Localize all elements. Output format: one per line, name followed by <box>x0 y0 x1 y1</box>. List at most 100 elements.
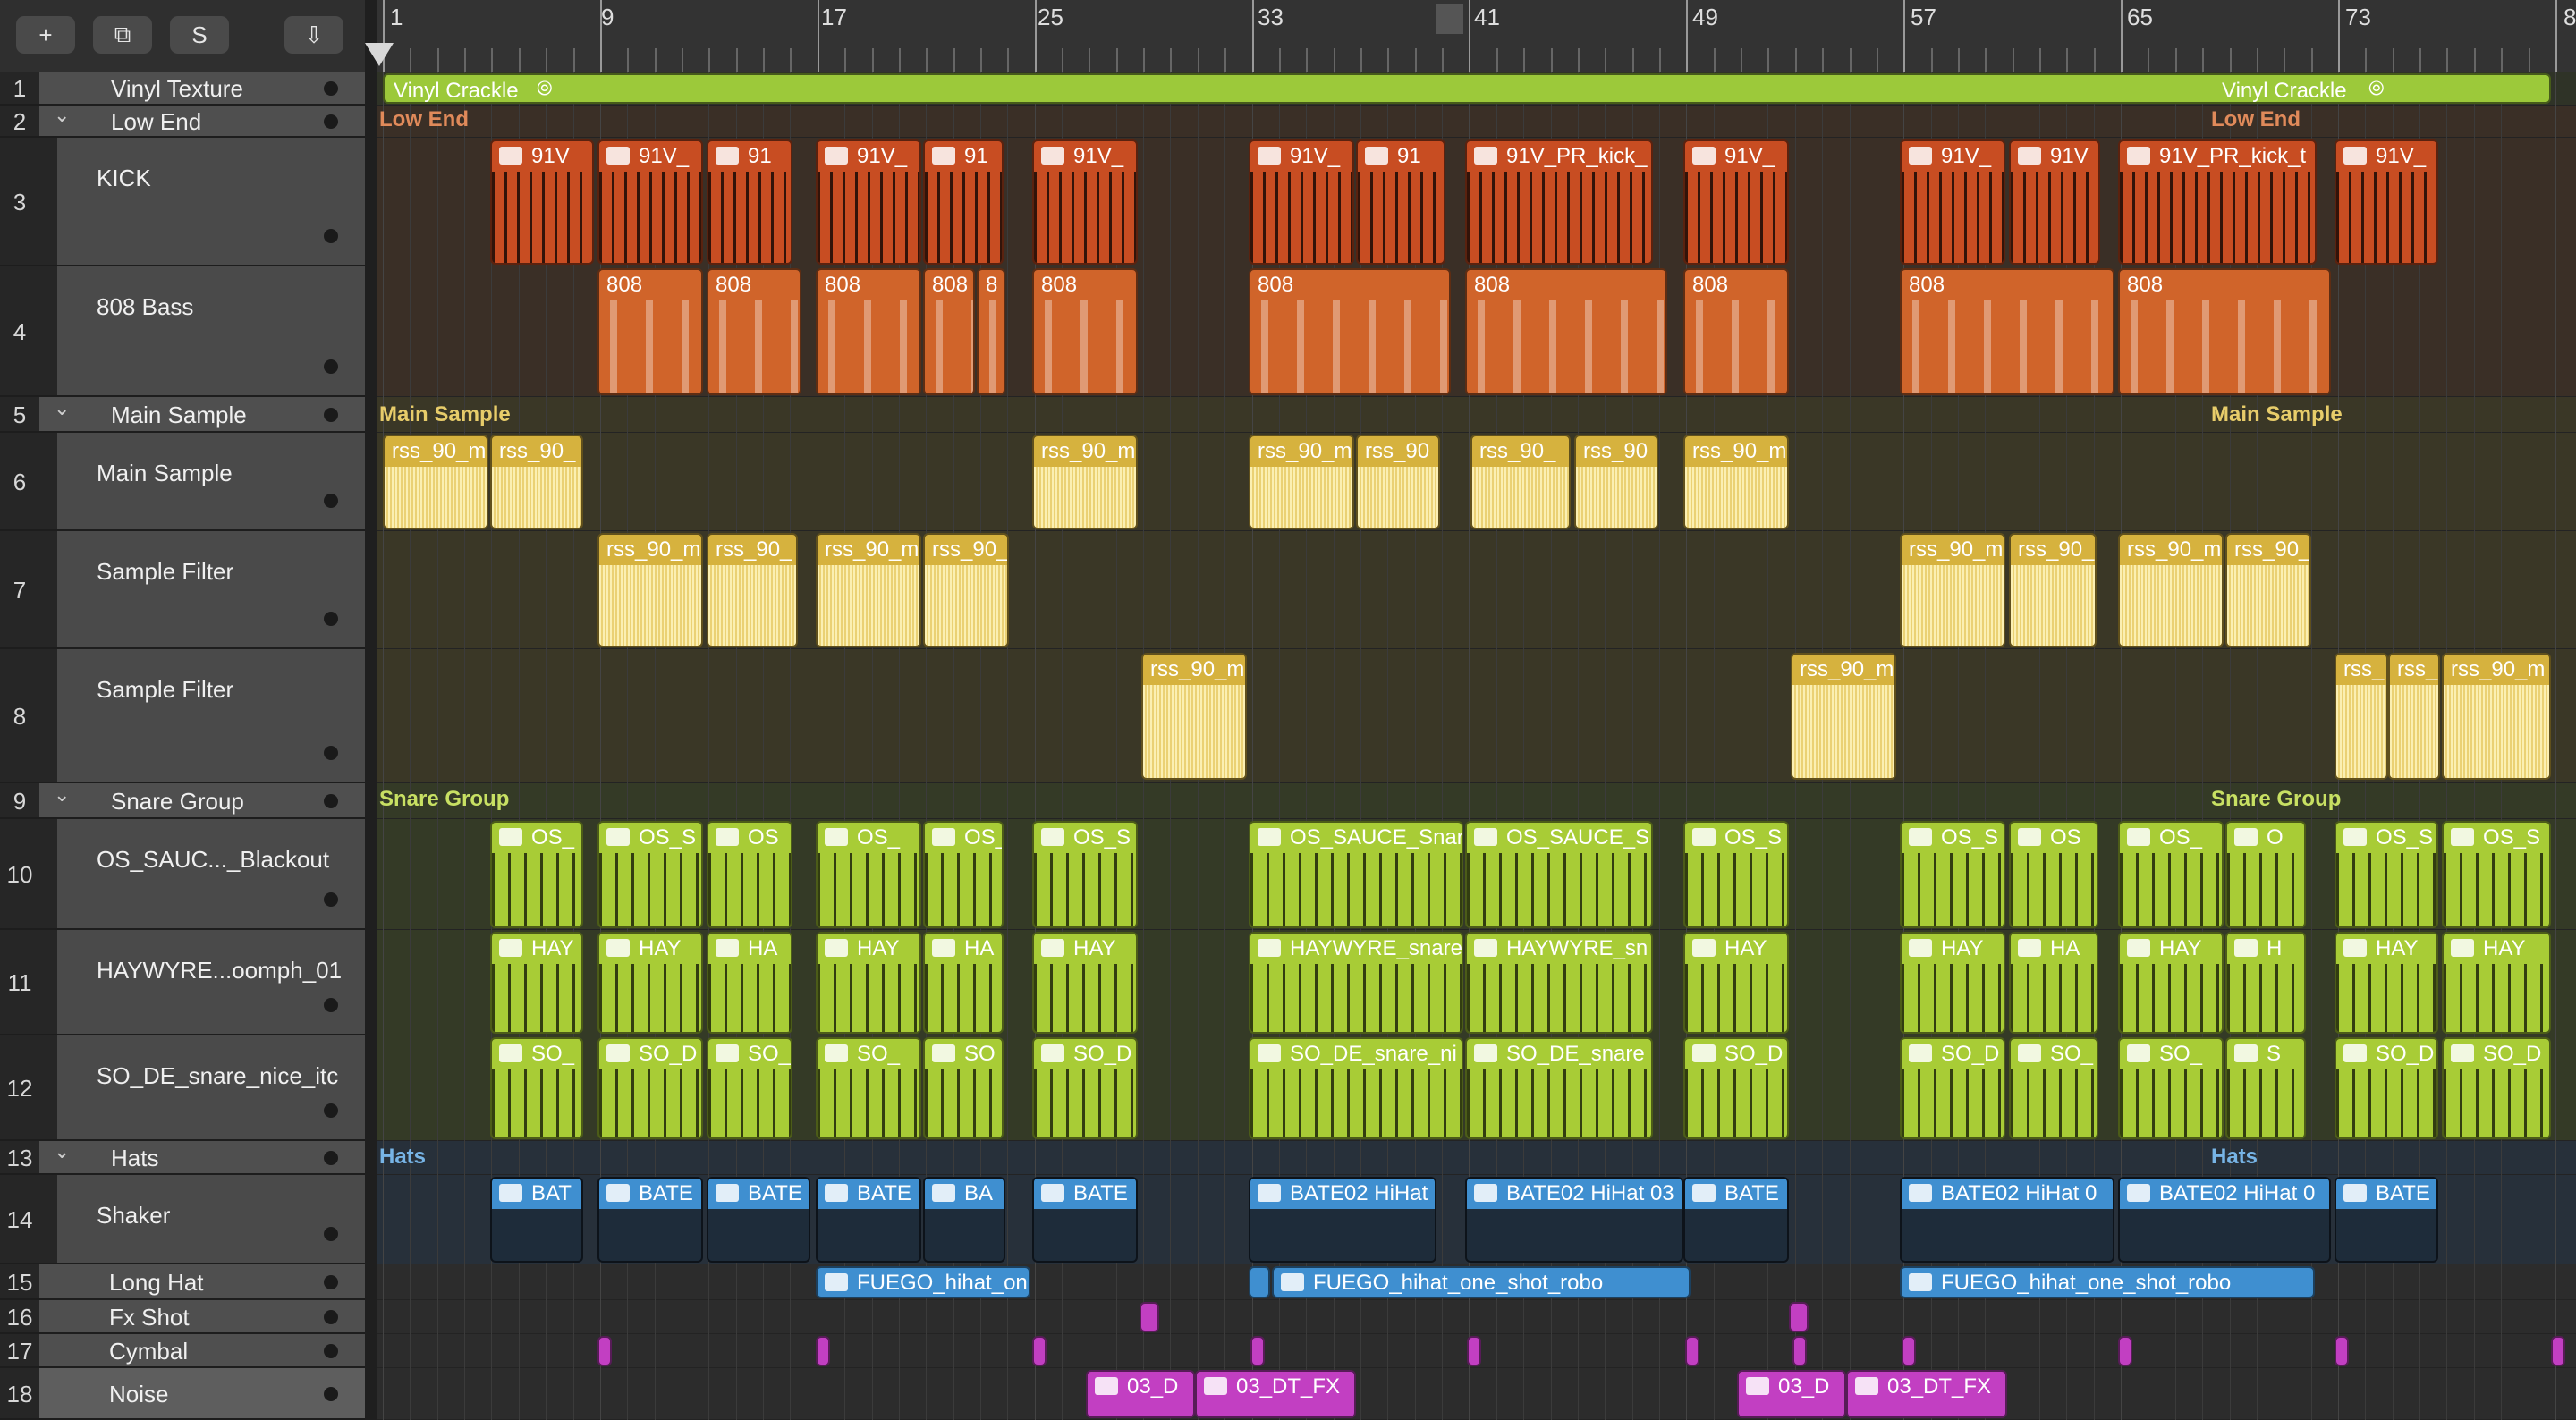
chevron-down-icon[interactable]: ⌄ <box>54 1140 70 1163</box>
track-lane[interactable] <box>377 1300 2576 1334</box>
snare-region[interactable]: O <box>2225 821 2306 928</box>
track-header[interactable]: 6 Main Sample <box>0 433 365 531</box>
808-bass-region[interactable]: 808 <box>1032 268 1138 395</box>
sample-filter-region[interactable]: rss_90_ <box>2009 533 2097 647</box>
shaker-region[interactable]: BATE02 HiHat <box>1249 1177 1436 1263</box>
record-enable-dot[interactable] <box>324 1387 338 1401</box>
record-enable-dot[interactable] <box>324 1310 338 1324</box>
solo-button[interactable]: S <box>170 16 229 54</box>
snare-region[interactable]: OS_S <box>1900 821 2005 928</box>
chevron-down-icon[interactable]: ⌄ <box>54 397 70 420</box>
cymbal-region[interactable] <box>1792 1336 1807 1366</box>
cymbal-region[interactable] <box>2118 1336 2132 1366</box>
snare-region[interactable]: OS_ <box>816 821 921 928</box>
snare-region[interactable]: HAY <box>2442 932 2551 1034</box>
snare-region[interactable]: OS_ <box>490 821 583 928</box>
main-sample-region[interactable]: rss_90_m <box>1683 435 1789 529</box>
kick-region[interactable]: 91 <box>923 139 1004 265</box>
sample-filter-region[interactable]: rss_90_ <box>707 533 798 647</box>
snare-region[interactable]: OS_S <box>597 821 703 928</box>
main-sample-region[interactable]: rss_90 <box>1574 435 1658 529</box>
record-enable-dot[interactable] <box>324 494 338 508</box>
snare-region[interactable]: OS <box>707 821 792 928</box>
playhead-icon[interactable] <box>365 43 394 66</box>
shaker-region[interactable]: BATE <box>1683 1177 1789 1263</box>
snare-region[interactable]: HAY <box>1900 932 2005 1034</box>
add-track-button[interactable]: + <box>16 16 75 54</box>
808-bass-region[interactable]: 808 <box>923 268 975 395</box>
track-header[interactable]: 15 Long Hat <box>0 1264 365 1300</box>
snare-region[interactable]: OS_S <box>1032 821 1138 928</box>
snare-region[interactable]: SO_ <box>816 1037 921 1139</box>
shaker-region[interactable]: BATE <box>707 1177 810 1263</box>
kick-region[interactable]: 91V_ <box>1683 139 1789 265</box>
sample-filter-region[interactable]: rss_ <box>2334 653 2388 780</box>
chevron-down-icon[interactable]: ⌄ <box>54 104 70 127</box>
snare-region[interactable]: HAY <box>1683 932 1789 1034</box>
kick-region[interactable]: 91 <box>707 139 792 265</box>
fx-shot-region[interactable] <box>1140 1302 1159 1332</box>
shaker-region[interactable]: BATE02 HiHat 03 <box>1465 1177 1683 1263</box>
sample-filter-region[interactable]: rss_90_ <box>2225 533 2311 647</box>
noise-region[interactable]: 03_DT_FX <box>1195 1370 1356 1418</box>
track-header[interactable]: 1 Vinyl Texture <box>0 72 365 106</box>
cymbal-region[interactable] <box>1032 1336 1046 1366</box>
duplicate-track-button[interactable]: ⧉ <box>93 16 152 54</box>
snare-region[interactable]: HAY <box>2334 932 2438 1034</box>
arrange-area[interactable]: Vinyl Crackle Vinyl Crackle ⦾ ⦾ Low End Low E… <box>377 72 2576 1420</box>
main-sample-region[interactable]: rss_90_m <box>383 435 488 529</box>
kick-region[interactable]: 91V_ <box>816 139 921 265</box>
shaker-region[interactable]: BATE <box>2334 1177 2438 1263</box>
snare-region[interactable]: SO_ <box>2009 1037 2098 1139</box>
kick-region[interactable]: 91V_PR_kick_t <box>2118 139 2317 265</box>
track-header[interactable]: 12 SO_DE_snare_nice_itc <box>0 1035 365 1141</box>
snare-region[interactable]: SO_DE_snare <box>1465 1037 1653 1139</box>
main-sample-region[interactable]: rss_90_ <box>1470 435 1571 529</box>
record-enable-dot[interactable] <box>324 1227 338 1241</box>
record-enable-dot[interactable] <box>324 1103 338 1118</box>
snare-region[interactable]: HAY <box>2118 932 2224 1034</box>
sample-filter-region[interactable]: rss_90_m <box>2118 533 2224 647</box>
snare-region[interactable]: SO_D <box>597 1037 703 1139</box>
record-enable-dot[interactable] <box>324 81 338 96</box>
kick-region[interactable]: 91V <box>490 139 594 265</box>
snare-region[interactable]: OS_S <box>2334 821 2438 928</box>
cymbal-region[interactable] <box>2334 1336 2349 1366</box>
snare-region[interactable]: HAYWYRE_snare <box>1249 932 1463 1034</box>
track-header[interactable]: 18 Noise <box>0 1368 365 1420</box>
shaker-region[interactable]: BATE02 HiHat 0 <box>2118 1177 2331 1263</box>
record-enable-dot[interactable] <box>324 794 338 808</box>
snare-region[interactable]: OS_SAUCE_Snar <box>1249 821 1463 928</box>
cymbal-region[interactable] <box>1467 1336 1481 1366</box>
record-enable-dot[interactable] <box>324 1344 338 1358</box>
record-enable-dot[interactable] <box>324 1151 338 1165</box>
cymbal-region[interactable] <box>816 1336 830 1366</box>
snare-region[interactable]: HAY <box>1032 932 1138 1034</box>
snare-region[interactable]: SO_D <box>1032 1037 1138 1139</box>
snare-region[interactable]: OS_S <box>2442 821 2551 928</box>
snare-region[interactable]: HA <box>923 932 1004 1034</box>
snare-region[interactable]: HA <box>707 932 792 1034</box>
snare-region[interactable]: SO_D <box>1900 1037 2005 1139</box>
main-sample-region[interactable]: rss_90 <box>1356 435 1440 529</box>
snare-region[interactable]: SO <box>923 1037 1004 1139</box>
kick-region[interactable]: 91V_ <box>1900 139 2005 265</box>
808-bass-region[interactable]: 808 <box>1465 268 1667 395</box>
808-bass-region[interactable]: 808 <box>1249 268 1451 395</box>
808-bass-region[interactable]: 808 <box>816 268 921 395</box>
cymbal-region[interactable] <box>1902 1336 1916 1366</box>
long-hat-region[interactable]: FUEGO_hihat_one_shot_robo <box>1900 1266 2315 1298</box>
kick-region[interactable]: 91V <box>2009 139 2100 265</box>
snare-region[interactable]: H <box>2225 932 2306 1034</box>
shaker-region[interactable]: BATE <box>597 1177 703 1263</box>
panel-divider[interactable] <box>365 0 377 1420</box>
sample-filter-region[interactable]: rss_90_m <box>816 533 921 647</box>
shaker-region[interactable]: BATE02 HiHat 0 <box>1900 1177 2114 1263</box>
kick-region[interactable]: 91 <box>1356 139 1445 265</box>
main-sample-region[interactable]: rss_90_m <box>1032 435 1138 529</box>
track-header[interactable]: 7 Sample Filter <box>0 531 365 649</box>
snare-region[interactable]: SO_D <box>2334 1037 2438 1139</box>
track-lane[interactable] <box>377 1368 2576 1420</box>
long-hat-region[interactable]: FUEGO_hihat_on <box>816 1266 1030 1298</box>
kick-region[interactable]: 91V_ <box>1032 139 1138 265</box>
